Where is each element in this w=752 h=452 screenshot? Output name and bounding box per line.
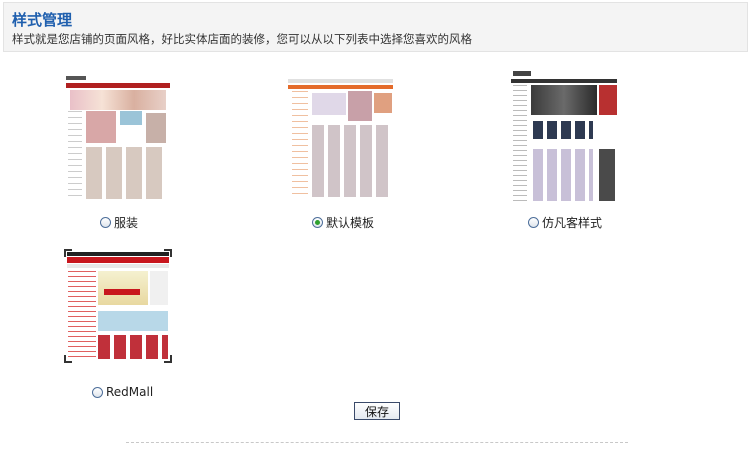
page-subtitle: 样式就是您店铺的页面风格，好比实体店面的装修，您可以从以下列表中选择您喜欢的风格 [12, 32, 472, 46]
radio-vancl[interactable] [528, 217, 539, 228]
page-header: 样式管理 样式就是您店铺的页面风格，好比实体店面的装修，您可以从以下列表中选择您… [3, 2, 748, 52]
radio-clothing[interactable] [100, 217, 111, 228]
style-thumbnail-default[interactable] [288, 79, 393, 199]
radio-default[interactable] [312, 217, 323, 228]
style-option-clothing[interactable]: 服装 [100, 214, 138, 231]
style-label-redmall: RedMall [106, 385, 154, 399]
style-thumbnail-vancl[interactable] [511, 69, 617, 203]
dashed-divider [126, 442, 628, 443]
style-option-vancl[interactable]: 仿凡客样式 [528, 214, 602, 231]
style-option-default[interactable]: 默认模板 [312, 214, 374, 231]
save-button[interactable]: 保存 [354, 402, 400, 420]
frame-corner-tl [64, 249, 72, 257]
style-label-default: 默认模板 [326, 216, 375, 230]
frame-corner-br [164, 355, 172, 363]
frame-corner-tr [164, 249, 172, 257]
style-label-clothing: 服装 [114, 216, 139, 230]
page-title: 样式管理 [12, 11, 73, 29]
style-thumbnail-clothing[interactable] [66, 73, 170, 203]
frame-corner-bl [64, 355, 72, 363]
radio-redmall[interactable] [92, 386, 103, 398]
style-option-redmall[interactable]: RedMall [92, 385, 153, 399]
style-label-vancl: 仿凡客样式 [542, 216, 603, 230]
style-thumbnail-redmall[interactable] [64, 249, 172, 363]
